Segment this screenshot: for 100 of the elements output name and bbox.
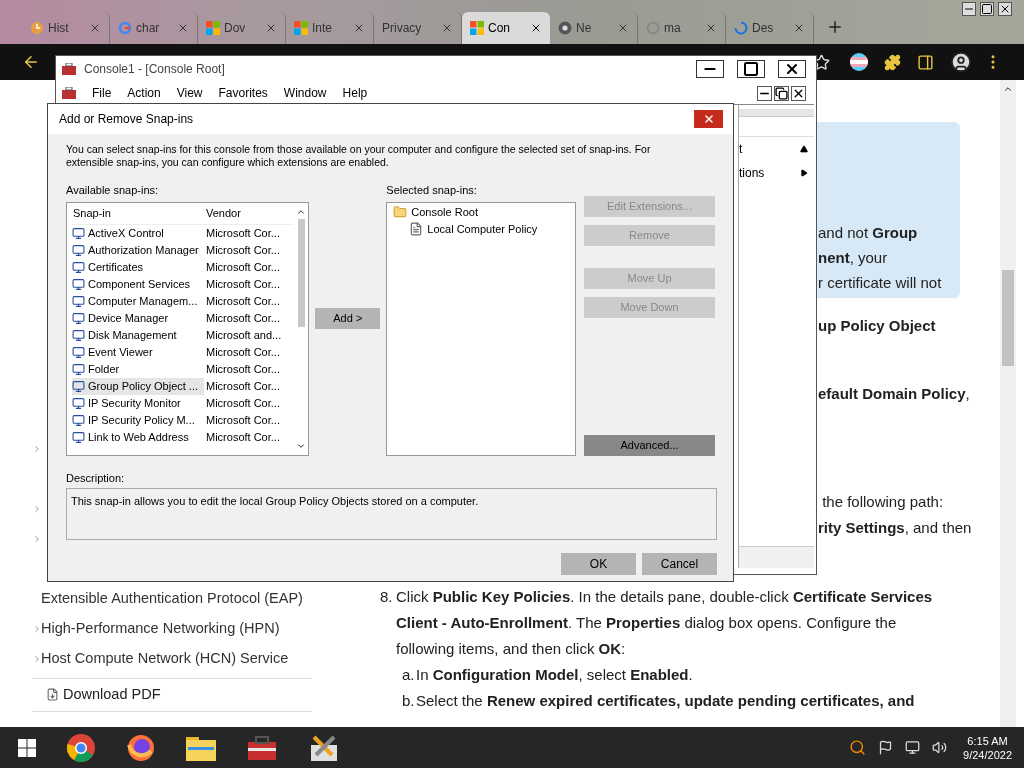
download-pdf-link[interactable]: Download PDF xyxy=(63,684,161,706)
tab-title: Privacy xyxy=(382,20,423,37)
menu-item[interactable]: File xyxy=(92,84,112,102)
window-title: Console1 - [Console Root] xyxy=(84,61,226,78)
maximize-icon[interactable] xyxy=(980,2,994,16)
add-button[interactable]: Add > xyxy=(315,308,381,329)
minimize-icon[interactable] xyxy=(696,60,724,78)
scroll-up-icon[interactable] xyxy=(1003,84,1013,94)
snapin-name[interactable]: IP Security Policy M... xyxy=(88,411,195,429)
collapse-icon[interactable] xyxy=(800,145,808,153)
snapin-icon xyxy=(72,362,85,376)
snapin-name[interactable]: Link to Web Address xyxy=(88,428,189,446)
snapin-icon xyxy=(72,260,85,274)
vendor-text: Microsoft Cor... xyxy=(206,429,280,445)
list-text: Select the Renew expired certificates, update pending certificates, and xyxy=(416,691,915,711)
pane-entry[interactable]: tions xyxy=(739,164,765,182)
close-icon[interactable] xyxy=(530,22,542,34)
snapin-name[interactable]: ActiveX Control xyxy=(88,224,164,242)
close-icon[interactable] xyxy=(998,2,1012,16)
tab-title: Des xyxy=(752,20,775,37)
toolbox-icon[interactable] xyxy=(246,733,278,762)
snapin-name[interactable]: Certificates xyxy=(88,258,144,276)
sidebar-icon[interactable] xyxy=(917,53,934,71)
pane-entry[interactable]: t xyxy=(739,140,743,158)
vendor-text: Microsoft Cor... xyxy=(206,293,280,309)
snapin-icon xyxy=(72,413,85,427)
cancel-button[interactable]: Cancel xyxy=(642,553,717,575)
chrome-icon xyxy=(558,21,572,35)
folder-icon[interactable] xyxy=(186,734,216,761)
snapin-name[interactable]: Folder xyxy=(88,360,120,378)
vendor-text: Microsoft Cor... xyxy=(206,344,280,360)
close-button[interactable] xyxy=(694,110,723,128)
column-header[interactable]: Vendor xyxy=(206,204,241,222)
body-text: rity Settings, and then xyxy=(818,518,972,538)
snapin-list[interactable] xyxy=(66,201,310,456)
nav-item[interactable]: Extensible Authentication Protocol (EAP) xyxy=(41,588,303,610)
minimize-icon[interactable] xyxy=(757,85,772,101)
snapin-icon xyxy=(72,430,85,444)
snapin-name[interactable]: Computer Managem... xyxy=(88,292,198,310)
search-icon[interactable] xyxy=(849,739,867,756)
menu-item[interactable]: Action xyxy=(127,84,161,102)
snapin-name[interactable]: Event Viewer xyxy=(88,343,153,361)
extensions-icon[interactable] xyxy=(884,53,901,71)
menu-item[interactable]: Help xyxy=(342,84,368,102)
tab-title: char xyxy=(136,20,161,37)
close-icon[interactable] xyxy=(778,60,806,78)
chrome-icon[interactable] xyxy=(66,732,96,763)
nav-item[interactable]: High-Performance Networking (HPN) xyxy=(41,618,280,640)
selected-tree[interactable]: Console Root Local Computer Policy xyxy=(386,201,576,456)
menu-item[interactable]: View xyxy=(176,84,203,102)
maximize-icon[interactable] xyxy=(737,60,765,78)
scrollbar[interactable] xyxy=(1000,80,1016,727)
snapin-name[interactable]: Device Manager xyxy=(88,309,169,327)
vendor-text: Microsoft Cor... xyxy=(206,276,280,292)
column-header[interactable]: Snap-in xyxy=(72,204,206,222)
scroll-thumb[interactable] xyxy=(1002,270,1014,366)
nav-item[interactable]: Host Compute Network (HCN) Service xyxy=(41,648,289,670)
snapin-icon xyxy=(72,345,85,359)
intro-text: You can select snap-ins for this console from those available on your computer and configure the selected set of snap-ins. For extensible snap-ins, you can configure which extensions are enabled. xyxy=(66,143,652,169)
tab-title: Con xyxy=(488,20,511,37)
profile-icon[interactable] xyxy=(950,51,972,73)
vendor-text: Microsoft Cor... xyxy=(206,412,280,428)
flag-icon[interactable] xyxy=(878,740,894,755)
submenu-arrow-icon[interactable] xyxy=(800,169,808,177)
scroll-thumb[interactable] xyxy=(297,218,305,327)
firefox-icon[interactable] xyxy=(126,732,156,763)
tree-item[interactable]: Local Computer Policy xyxy=(427,220,538,238)
restore-icon[interactable] xyxy=(774,85,789,101)
clock-date[interactable]: 9/24/2022 xyxy=(963,747,1012,762)
ok-button[interactable]: OK xyxy=(561,553,636,575)
vendor-text: Microsoft Cor... xyxy=(206,225,280,241)
browser-tab[interactable]: Con xyxy=(462,12,550,44)
windows-squares-icon xyxy=(206,21,220,35)
volume-icon[interactable] xyxy=(932,740,948,755)
new-tab-icon[interactable] xyxy=(826,18,844,36)
snapin-icon xyxy=(72,294,85,308)
windows-logo-icon[interactable] xyxy=(18,738,36,757)
windows-squares-icon xyxy=(470,21,484,35)
snapin-name[interactable]: Disk Management xyxy=(88,326,177,344)
back-icon[interactable] xyxy=(22,53,40,71)
snapin-name[interactable]: Component Services xyxy=(88,275,191,293)
toolbox-icon xyxy=(62,63,76,75)
close-icon[interactable] xyxy=(791,85,806,101)
tree-item[interactable]: Console Root xyxy=(411,203,478,221)
tab-title: Inte xyxy=(312,20,333,37)
flag-avatar-icon[interactable] xyxy=(850,53,868,71)
snapin-icon xyxy=(72,226,85,240)
windows-squares-icon xyxy=(294,21,308,35)
network-icon[interactable] xyxy=(905,740,921,755)
snapin-name[interactable]: Authorization Manager xyxy=(88,241,199,259)
snapin-name[interactable]: IP Security Monitor xyxy=(88,394,181,412)
snapin-icon xyxy=(72,277,85,291)
tab-title: Dov xyxy=(224,20,247,37)
policy-icon xyxy=(409,222,424,236)
side-button[interactable]: Advanced... xyxy=(584,434,715,456)
menu-item[interactable]: Window xyxy=(283,84,327,102)
menu-item[interactable]: Favorites xyxy=(218,84,268,102)
note-text: r certificate will not xyxy=(818,273,943,293)
description-box: This snap-in allows you to edit the local Group Policy Objects stored on a computer. xyxy=(66,488,717,540)
clock-time[interactable]: 6:15 AM xyxy=(967,733,1008,748)
